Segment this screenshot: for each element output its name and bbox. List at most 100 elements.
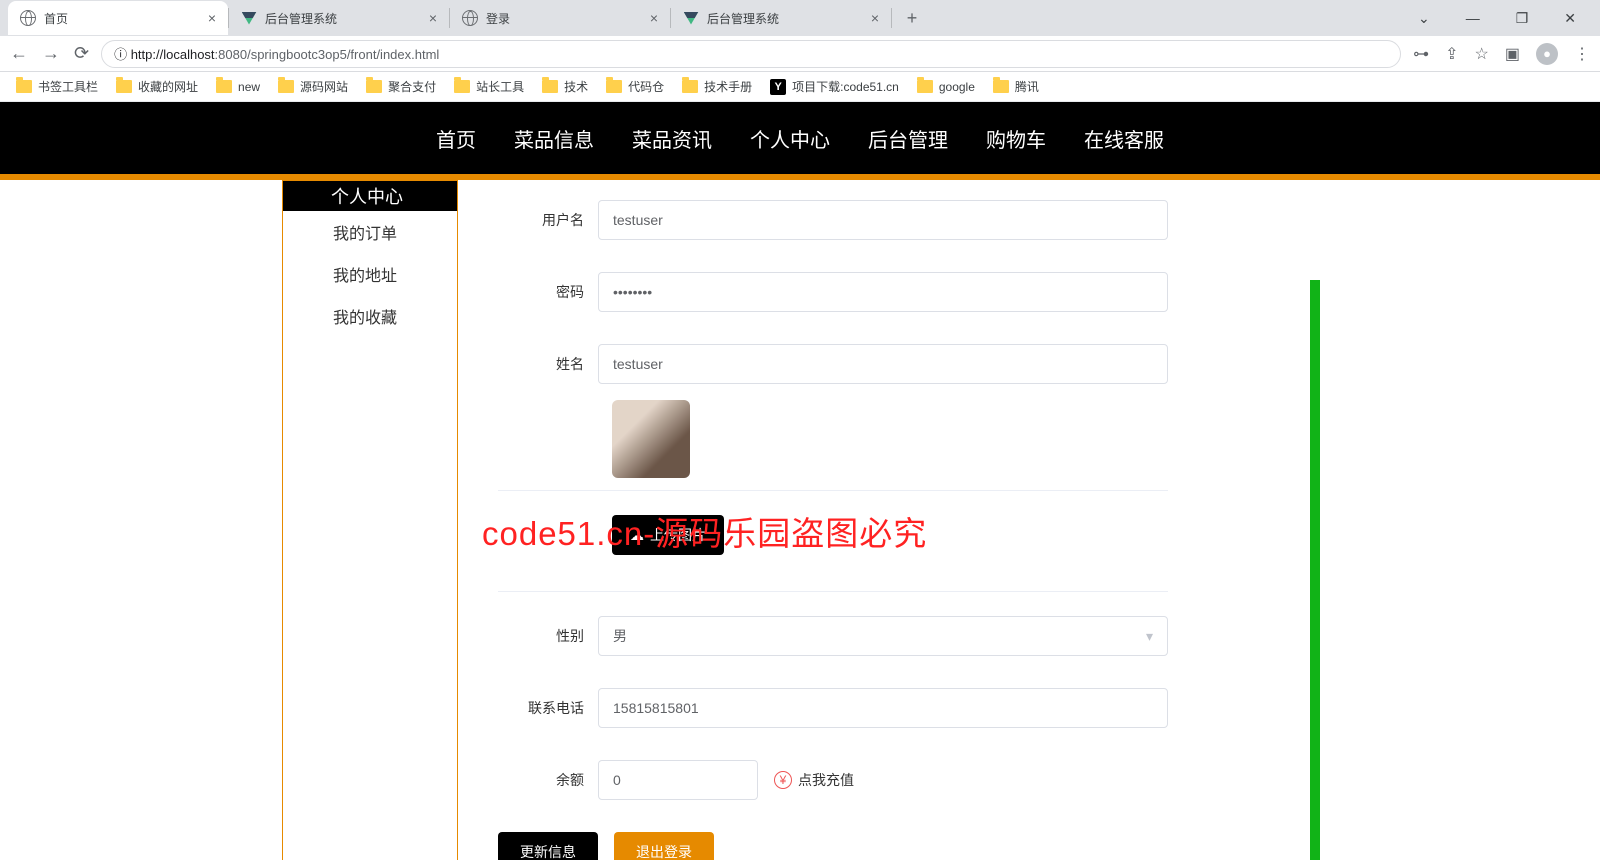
password-input[interactable] [598,272,1168,312]
close-window-icon[interactable]: ✕ [1556,6,1584,31]
bookmark-item[interactable]: 聚合支付 [366,78,436,95]
folder-icon [366,80,382,93]
nav-profile[interactable]: 个人中心 [750,124,830,153]
sidebar-item-favorites[interactable]: 我的收藏 [283,295,457,337]
tab-title: 后台管理系统 [265,10,421,27]
recharge-link[interactable]: ¥ 点我充值 [774,770,854,790]
close-icon[interactable]: × [208,10,216,26]
main-nav: 首页 菜品信息 菜品资讯 个人中心 后台管理 购物车 在线客服 [0,102,1600,174]
folder-icon [278,80,294,93]
share-icon[interactable]: ⇪ [1445,44,1458,64]
maximize-icon[interactable]: ❐ [1508,6,1537,31]
page-viewport: 首页 菜品信息 菜品资讯 个人中心 后台管理 购物车 在线客服 个人中心 我的订… [0,102,1600,860]
folder-icon [917,80,933,93]
browser-chrome: 首页 × 后台管理系统 × 登录 × 后台管理系统 × + ⌄ — ❐ ✕ [0,0,1600,102]
vue-icon [683,10,699,26]
folder-icon [216,80,232,93]
chevron-down-icon: ▾ [1146,628,1153,645]
gender-value: 男 [613,626,627,646]
update-info-button[interactable]: 更新信息 [498,832,598,860]
folder-icon [16,80,32,93]
bookmark-item[interactable]: 源码网站 [278,78,348,95]
name-input[interactable] [598,344,1168,384]
nav-admin[interactable]: 后台管理 [868,124,948,153]
y-icon: Y [770,79,786,95]
chevron-down-icon[interactable]: ⌄ [1410,6,1438,31]
browser-tab-0[interactable]: 首页 × [8,1,228,35]
bookmark-item[interactable]: 代码仓 [606,78,664,95]
bookmark-item[interactable]: 收藏的网址 [116,78,198,95]
bookmark-item[interactable]: 技术 [542,78,588,95]
key-icon[interactable]: ⊶ [1413,44,1429,64]
bookmark-item[interactable]: Y项目下载:code51.cn [770,78,899,95]
forward-button[interactable]: → [42,43,60,64]
browser-tab-1[interactable]: 后台管理系统 × [229,1,449,35]
url-input[interactable]: ⓘ http://localhost:8080/springbootc3op5/… [101,40,1401,68]
bookmarks-bar: 书签工具栏 收藏的网址 new 源码网站 聚合支付 站长工具 技术 代码仓 技术… [0,72,1600,102]
nav-buttons: ← → ⟳ [10,43,89,64]
close-icon[interactable]: × [429,10,437,26]
folder-icon [993,80,1009,93]
folder-icon [116,80,132,93]
bookmark-item[interactable]: 书签工具栏 [16,78,98,95]
close-icon[interactable]: × [650,10,658,26]
sidebar: 个人中心 我的订单 我的地址 我的收藏 [282,180,458,860]
globe-icon [20,10,36,26]
tab-title: 登录 [486,10,642,27]
logout-button[interactable]: 退出登录 [614,832,714,860]
profile-icon[interactable]: ● [1536,43,1558,65]
name-label: 姓名 [498,354,598,374]
balance-input[interactable] [598,760,758,800]
action-buttons: 更新信息 退出登录 [498,832,1270,860]
new-tab-button[interactable]: + [898,4,926,32]
yen-icon: ¥ [774,771,792,789]
phone-input[interactable] [598,688,1168,728]
browser-tab-2[interactable]: 登录 × [450,1,670,35]
tab-title: 后台管理系统 [707,10,863,27]
folder-icon [682,80,698,93]
window-controls: ⌄ — ❐ ✕ [1410,6,1600,31]
nav-dishes[interactable]: 菜品信息 [514,124,594,153]
recharge-label: 点我充值 [798,770,854,790]
folder-icon [542,80,558,93]
password-label: 密码 [498,282,598,302]
globe-icon [462,10,478,26]
star-icon[interactable]: ☆ [1475,44,1489,64]
tab-strip: 首页 × 后台管理系统 × 登录 × 后台管理系统 × + ⌄ — ❐ ✕ [0,0,1600,36]
nav-support[interactable]: 在线客服 [1084,124,1164,153]
bookmark-item[interactable]: 技术手册 [682,78,752,95]
bookmark-item[interactable]: google [917,80,975,94]
close-icon[interactable]: × [871,10,879,26]
sidebar-title: 个人中心 [283,181,457,211]
address-bar: ← → ⟳ ⓘ http://localhost:8080/springboot… [0,36,1600,72]
username-label: 用户名 [498,210,598,230]
extensions-icon[interactable]: ▣ [1505,44,1520,64]
tab-title: 首页 [44,10,200,27]
sidebar-item-address[interactable]: 我的地址 [283,253,457,295]
nav-home[interactable]: 首页 [436,124,476,153]
nav-cart[interactable]: 购物车 [986,124,1046,153]
bookmark-item[interactable]: 腾讯 [993,78,1039,95]
reload-button[interactable]: ⟳ [74,43,89,64]
sidebar-item-orders[interactable]: 我的订单 [283,211,457,253]
username-input[interactable] [598,200,1168,240]
upload-image-button[interactable]: ☁ 上传图片 [612,515,724,555]
balance-label: 余额 [498,770,598,790]
divider [498,490,1168,491]
nav-news[interactable]: 菜品资讯 [632,124,712,153]
content-area: 个人中心 我的订单 我的地址 我的收藏 用户名 密码 姓名 ☁ [0,180,1600,860]
minimize-icon[interactable]: — [1458,6,1488,31]
phone-label: 联系电话 [498,698,598,718]
vue-icon [241,10,257,26]
profile-form: 用户名 密码 姓名 ☁ 上传图片 性别 [458,180,1600,860]
cloud-upload-icon: ☁ [630,527,644,544]
menu-icon[interactable]: ⋮ [1574,44,1590,64]
browser-tab-3[interactable]: 后台管理系统 × [671,1,891,35]
gender-select[interactable]: 男 ▾ [598,616,1168,656]
folder-icon [606,80,622,93]
back-button[interactable]: ← [10,43,28,64]
bookmark-item[interactable]: new [216,80,260,94]
folder-icon [454,80,470,93]
bookmark-item[interactable]: 站长工具 [454,78,524,95]
avatar-image [612,400,690,478]
